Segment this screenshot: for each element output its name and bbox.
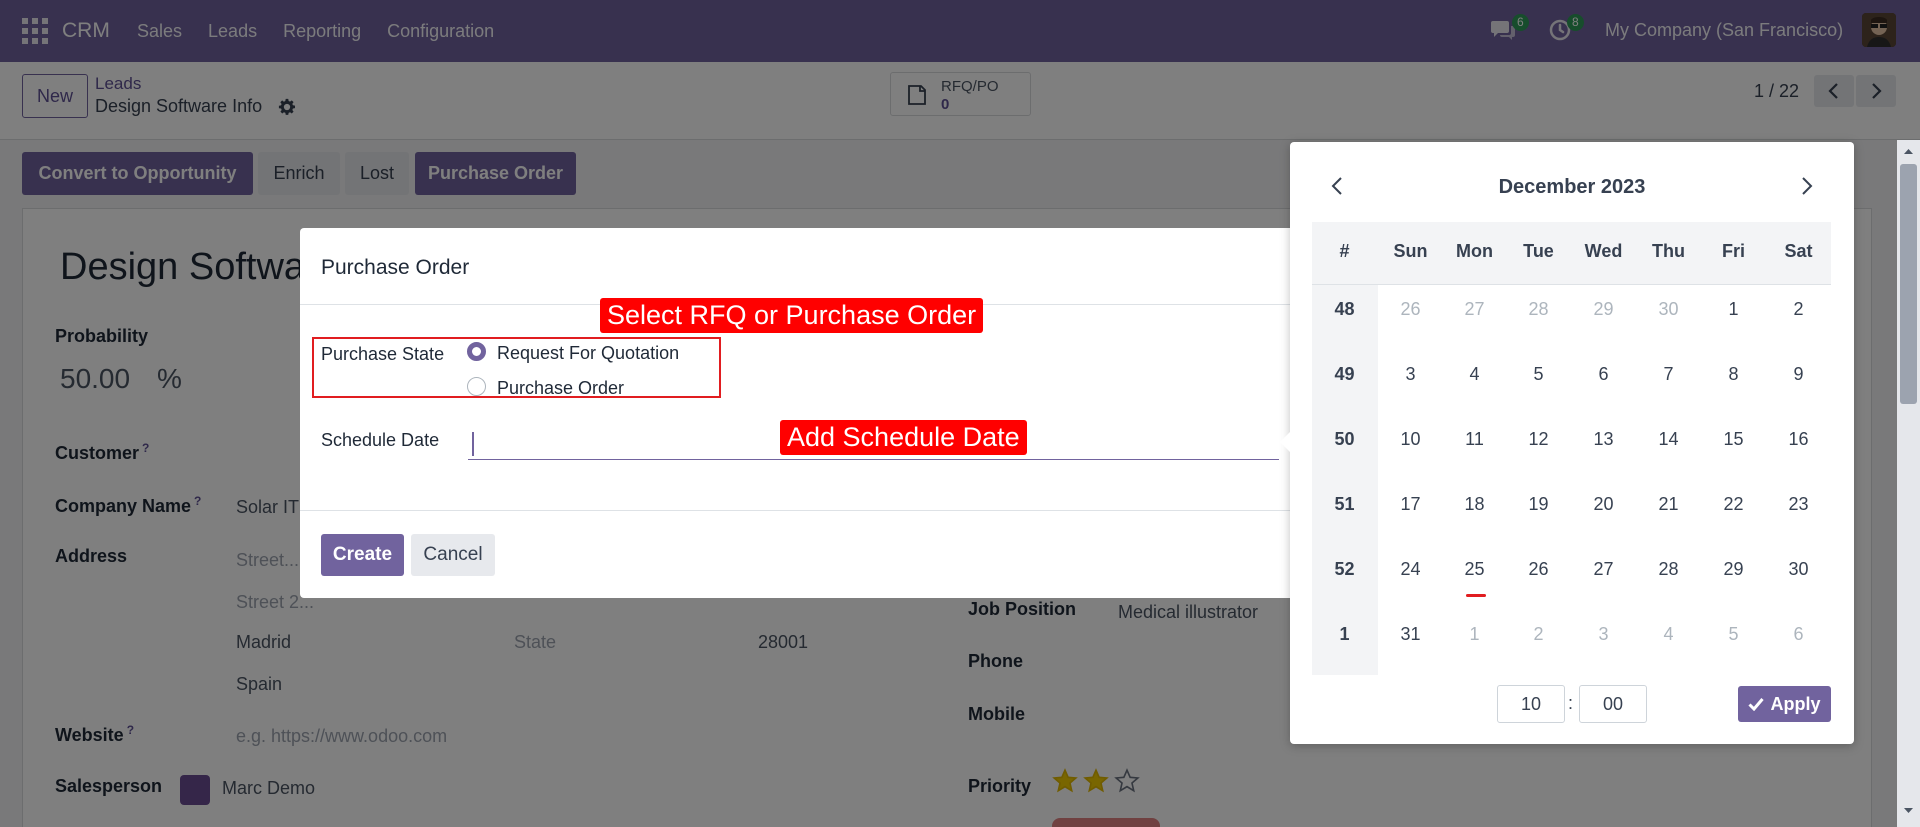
check-icon (1748, 698, 1765, 711)
calendar-day[interactable]: 26 (1378, 299, 1443, 320)
datepicker-popover: December 2023 10 : 00 Apply # Sun Mon Tue We… (1280, 142, 1854, 744)
calendar-day[interactable]: 5 (1701, 624, 1766, 645)
calendar-day[interactable]: 31 (1378, 624, 1443, 645)
rfq-radio[interactable] (467, 342, 486, 361)
calendar-day[interactable]: 3 (1378, 364, 1443, 385)
week-number: 1 (1339, 624, 1350, 644)
calendar-day[interactable]: 11 (1442, 429, 1507, 450)
calendar-day[interactable]: 12 (1506, 429, 1571, 450)
apply-label: Apply (1770, 693, 1821, 714)
create-button[interactable]: Create (321, 534, 404, 576)
week-number-column (1312, 285, 1378, 675)
calendar-day[interactable]: 15 (1701, 429, 1766, 450)
calendar-day[interactable]: 1 (1701, 299, 1766, 320)
weekday-header: Fri (1721, 241, 1745, 261)
calendar-day[interactable]: 27 (1442, 299, 1507, 320)
calendar-day[interactable]: 6 (1766, 624, 1831, 645)
calendar-day[interactable]: 29 (1571, 299, 1636, 320)
next-month-icon[interactable] (1794, 174, 1818, 198)
weekday-header: Sat (1784, 241, 1813, 261)
purchase-order-radio[interactable] (467, 377, 486, 396)
hour-input[interactable]: 10 (1497, 685, 1565, 723)
calendar-day[interactable]: 8 (1701, 364, 1766, 385)
calendar-day[interactable]: 19 (1506, 494, 1571, 515)
calendar-day[interactable]: 5 (1506, 364, 1571, 385)
calendar-day[interactable]: 27 (1571, 559, 1636, 580)
cancel-button[interactable]: Cancel (411, 534, 495, 576)
text-caret (472, 432, 474, 456)
purchase-order-radio-label[interactable]: Purchase Order (497, 378, 624, 399)
callout-schedule-date: Add Schedule Date (780, 420, 1027, 455)
calendar-month-label[interactable]: December 2023 (1290, 176, 1854, 199)
today-marker (1466, 594, 1486, 597)
dialog-title: Purchase Order (321, 256, 470, 279)
callout-select-state: Select RFQ or Purchase Order (600, 298, 984, 333)
calendar-day[interactable]: 2 (1766, 299, 1831, 320)
calendar-day[interactable]: 24 (1378, 559, 1443, 580)
calendar-day[interactable]: 3 (1571, 624, 1636, 645)
time-separator: : (1568, 693, 1574, 713)
scrollbar-thumb[interactable] (1900, 164, 1917, 404)
week-number: 48 (1334, 299, 1355, 319)
weekday-header: Wed (1584, 241, 1623, 261)
calendar-day[interactable]: 23 (1766, 494, 1831, 515)
calendar-day[interactable]: 20 (1571, 494, 1636, 515)
calendar-day[interactable]: 2 (1506, 624, 1571, 645)
calendar-day[interactable]: 28 (1636, 559, 1701, 580)
calendar-day[interactable]: 16 (1766, 429, 1831, 450)
calendar-day[interactable]: 30 (1636, 299, 1701, 320)
week-number: 51 (1334, 494, 1355, 514)
calendar-day[interactable]: 22 (1701, 494, 1766, 515)
apply-button[interactable]: Apply (1738, 686, 1831, 722)
weekday-header: Thu (1652, 241, 1685, 261)
calendar-day[interactable]: 29 (1701, 559, 1766, 580)
minute-input[interactable]: 00 (1579, 685, 1647, 723)
week-number: 50 (1334, 429, 1355, 449)
weekday-header: Mon (1456, 241, 1493, 261)
schedule-date-label: Schedule Date (321, 430, 440, 450)
calendar-day[interactable]: 7 (1636, 364, 1701, 385)
page-scrollbar[interactable] (1897, 140, 1920, 827)
calendar-day[interactable]: 9 (1766, 364, 1831, 385)
calendar-day[interactable]: 1 (1442, 624, 1507, 645)
calendar-day[interactable]: 18 (1442, 494, 1507, 515)
calendar-day[interactable]: 4 (1636, 624, 1701, 645)
week-number: 52 (1334, 559, 1355, 579)
scroll-down-icon[interactable] (1897, 804, 1920, 818)
calendar-day[interactable]: 4 (1442, 364, 1507, 385)
calendar-day[interactable]: 26 (1506, 559, 1571, 580)
calendar-day[interactable]: 28 (1506, 299, 1571, 320)
calendar-day[interactable]: 6 (1571, 364, 1636, 385)
purchase-state-label: Purchase State (321, 344, 445, 364)
calendar-day[interactable]: 13 (1571, 429, 1636, 450)
calendar-day[interactable]: 17 (1378, 494, 1443, 515)
week-number: 49 (1334, 364, 1355, 384)
calendar-day[interactable]: 30 (1766, 559, 1831, 580)
scroll-up-icon[interactable] (1897, 144, 1920, 158)
weekday-header: Tue (1523, 241, 1554, 261)
calendar-day[interactable]: 14 (1636, 429, 1701, 450)
calendar-day[interactable]: 21 (1636, 494, 1701, 515)
rfq-radio-label[interactable]: Request For Quotation (497, 343, 679, 364)
week-number-header: # (1339, 241, 1350, 261)
weekday-header: Sun (1393, 241, 1428, 261)
popover-arrow (1280, 432, 1290, 452)
calendar-day[interactable]: 25 (1442, 559, 1507, 580)
calendar-day[interactable]: 10 (1378, 429, 1443, 450)
